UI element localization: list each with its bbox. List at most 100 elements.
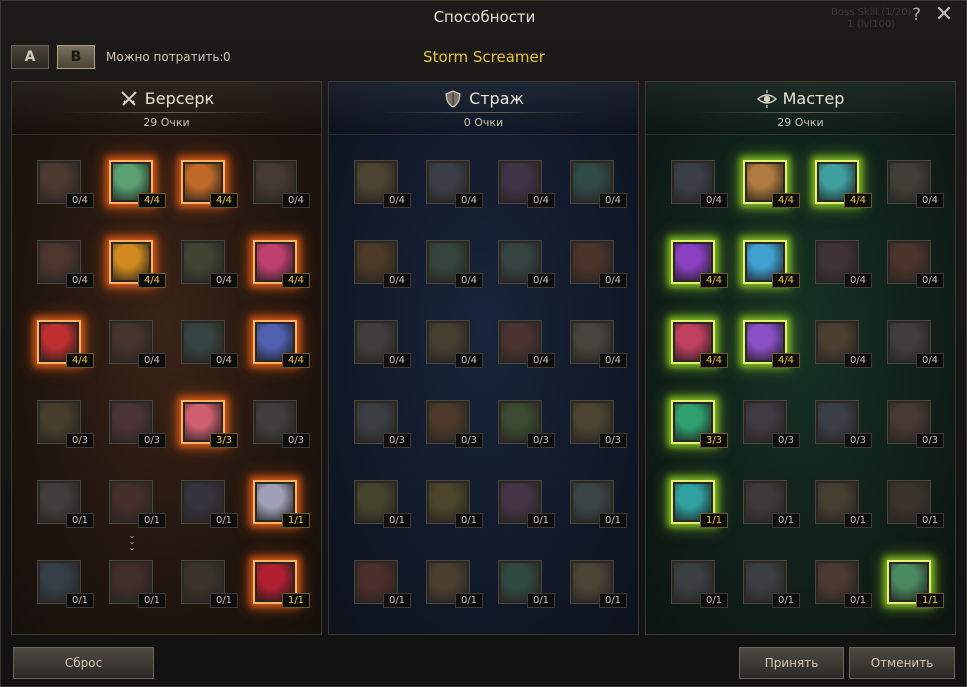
skill-rank: 4/4 — [282, 273, 310, 288]
skill-rank: 0/3 — [916, 433, 944, 448]
tree-header: Страж 0 Очки — [329, 82, 638, 135]
skill-rank: 4/4 — [282, 353, 310, 368]
skill-rank: 4/4 — [772, 193, 800, 208]
skill-rank: 0/4 — [527, 353, 555, 368]
tree-name: Мастер — [782, 89, 845, 108]
tree-points: 0 Очки — [463, 116, 504, 129]
toolbar: A B Можно потратить: 0 Storm Screamer — [9, 43, 959, 73]
tree-points: 29 Очки — [143, 116, 190, 129]
skill-rank: 0/4 — [700, 193, 728, 208]
preset-b-button[interactable]: B — [57, 45, 95, 69]
tree-name: Страж — [469, 89, 524, 108]
help-icon[interactable]: ? — [912, 5, 921, 25]
skill-rank: 0/4 — [282, 193, 310, 208]
tree-panel-guardian: Страж 0 Очки 0/4 0/4 0/4 0/4 0/4 0/4 0/4 0/4 0/4… — [328, 81, 639, 635]
cancel-button[interactable]: Отменить — [849, 647, 955, 679]
skill-rank: 0/1 — [383, 593, 411, 608]
skill-rank: 0/1 — [527, 513, 555, 528]
reset-button[interactable]: Сброс — [13, 647, 154, 679]
title-bar: Boss Skill (1/20) 1 (lvl100) Способности… — [1, 1, 967, 35]
divider — [696, 112, 905, 113]
skill-rank: 0/1 — [527, 593, 555, 608]
skill-rank: 3/3 — [210, 433, 238, 448]
skill-rank: 0/4 — [210, 273, 238, 288]
skill-rank: 0/3 — [282, 433, 310, 448]
skill-rank: 0/3 — [527, 433, 555, 448]
skill-rank: 0/4 — [599, 273, 627, 288]
skill-rank: 0/4 — [66, 273, 94, 288]
skill-rank: 0/4 — [66, 193, 94, 208]
shield-icon — [445, 89, 461, 108]
skill-rank: 0/1 — [844, 593, 872, 608]
close-icon[interactable]: ✕ — [933, 4, 955, 27]
skill-rank: 0/4 — [916, 273, 944, 288]
skill-rank: 1/1 — [700, 513, 728, 528]
chevron-down-icon: ⌄ ⌄ ⌄ — [128, 531, 136, 552]
skill-rank: 0/4 — [844, 353, 872, 368]
skill-rank: 4/4 — [772, 353, 800, 368]
skill-rank: 0/4 — [455, 193, 483, 208]
skill-rank: 0/3 — [844, 433, 872, 448]
skill-rank: 0/3 — [138, 433, 166, 448]
tree-points: 29 Очки — [777, 116, 824, 129]
abilities-window: Boss Skill (1/20) 1 (lvl100) Способности… — [0, 0, 967, 687]
skill-rank: 4/4 — [700, 353, 728, 368]
skill-rank: 0/4 — [599, 193, 627, 208]
skill-rank: 4/4 — [700, 273, 728, 288]
skill-rank: 0/4 — [599, 353, 627, 368]
skill-rank: 0/1 — [383, 513, 411, 528]
skill-rank: 4/4 — [844, 193, 872, 208]
skill-rank: 0/1 — [138, 513, 166, 528]
skill-rank: 0/1 — [210, 593, 238, 608]
skill-rank: 0/3 — [66, 433, 94, 448]
skill-rank: 0/1 — [772, 513, 800, 528]
tree-header: Берсерк 29 Очки — [12, 82, 321, 135]
skill-rank: 0/3 — [772, 433, 800, 448]
skill-rank: 0/4 — [138, 353, 166, 368]
tree-name: Берсерк — [144, 89, 215, 108]
skill-rank: 1/1 — [916, 593, 944, 608]
skill-rank: 0/1 — [700, 593, 728, 608]
skill-rank: 0/4 — [383, 193, 411, 208]
skill-rank: 4/4 — [138, 273, 166, 288]
skill-rank: 0/1 — [138, 593, 166, 608]
skill-rank: 0/3 — [383, 433, 411, 448]
skill-rank: 0/4 — [527, 273, 555, 288]
skill-rank: 0/4 — [844, 273, 872, 288]
skill-rank: 4/4 — [772, 273, 800, 288]
skill-rank: 0/4 — [455, 273, 483, 288]
skill-rank: 0/4 — [383, 273, 411, 288]
skill-rank: 3/3 — [700, 433, 728, 448]
skill-rank: 4/4 — [138, 193, 166, 208]
skill-rank: 0/1 — [66, 593, 94, 608]
skill-rank: 0/4 — [455, 353, 483, 368]
skill-rank: 0/4 — [210, 353, 238, 368]
skill-rank: 0/3 — [455, 433, 483, 448]
skill-rank: 0/1 — [66, 513, 94, 528]
skill-rank: 1/1 — [282, 593, 310, 608]
tree-panel-master: Мастер 29 Очки 0/4 4/4 4/4 0/4 4/4 4/4 0/4 0/4 4… — [645, 81, 956, 635]
skill-rank: 0/1 — [455, 593, 483, 608]
skill-rank: 0/1 — [599, 513, 627, 528]
skill-rank: 0/1 — [844, 513, 872, 528]
preset-a-button[interactable]: A — [11, 45, 49, 69]
accept-button[interactable]: Принять — [739, 647, 844, 679]
window-title: Способности — [433, 8, 536, 26]
spend-label: Можно потратить: — [106, 50, 224, 64]
skill-rank: 0/4 — [916, 193, 944, 208]
divider — [62, 112, 271, 113]
skill-rank: 0/1 — [772, 593, 800, 608]
tree-panel-berserker: Берсерк 29 Очки ⌄ ⌄ ⌄ 0/4 4/4 4/4 0/4 0/4 4/4 0/… — [11, 81, 322, 635]
skill-rank: 0/1 — [210, 513, 238, 528]
skill-rank: 0/1 — [455, 513, 483, 528]
skill-rank: 4/4 — [210, 193, 238, 208]
skill-rank: 1/1 — [282, 513, 310, 528]
skill-rank: 0/1 — [599, 593, 627, 608]
crossed-swords-icon — [121, 90, 137, 106]
skill-rank: 0/4 — [916, 353, 944, 368]
spend-value: 0 — [223, 50, 231, 64]
skill-rank: 0/3 — [599, 433, 627, 448]
skill-rank: 4/4 — [66, 353, 94, 368]
eye-icon — [756, 89, 777, 108]
divider — [379, 112, 588, 113]
